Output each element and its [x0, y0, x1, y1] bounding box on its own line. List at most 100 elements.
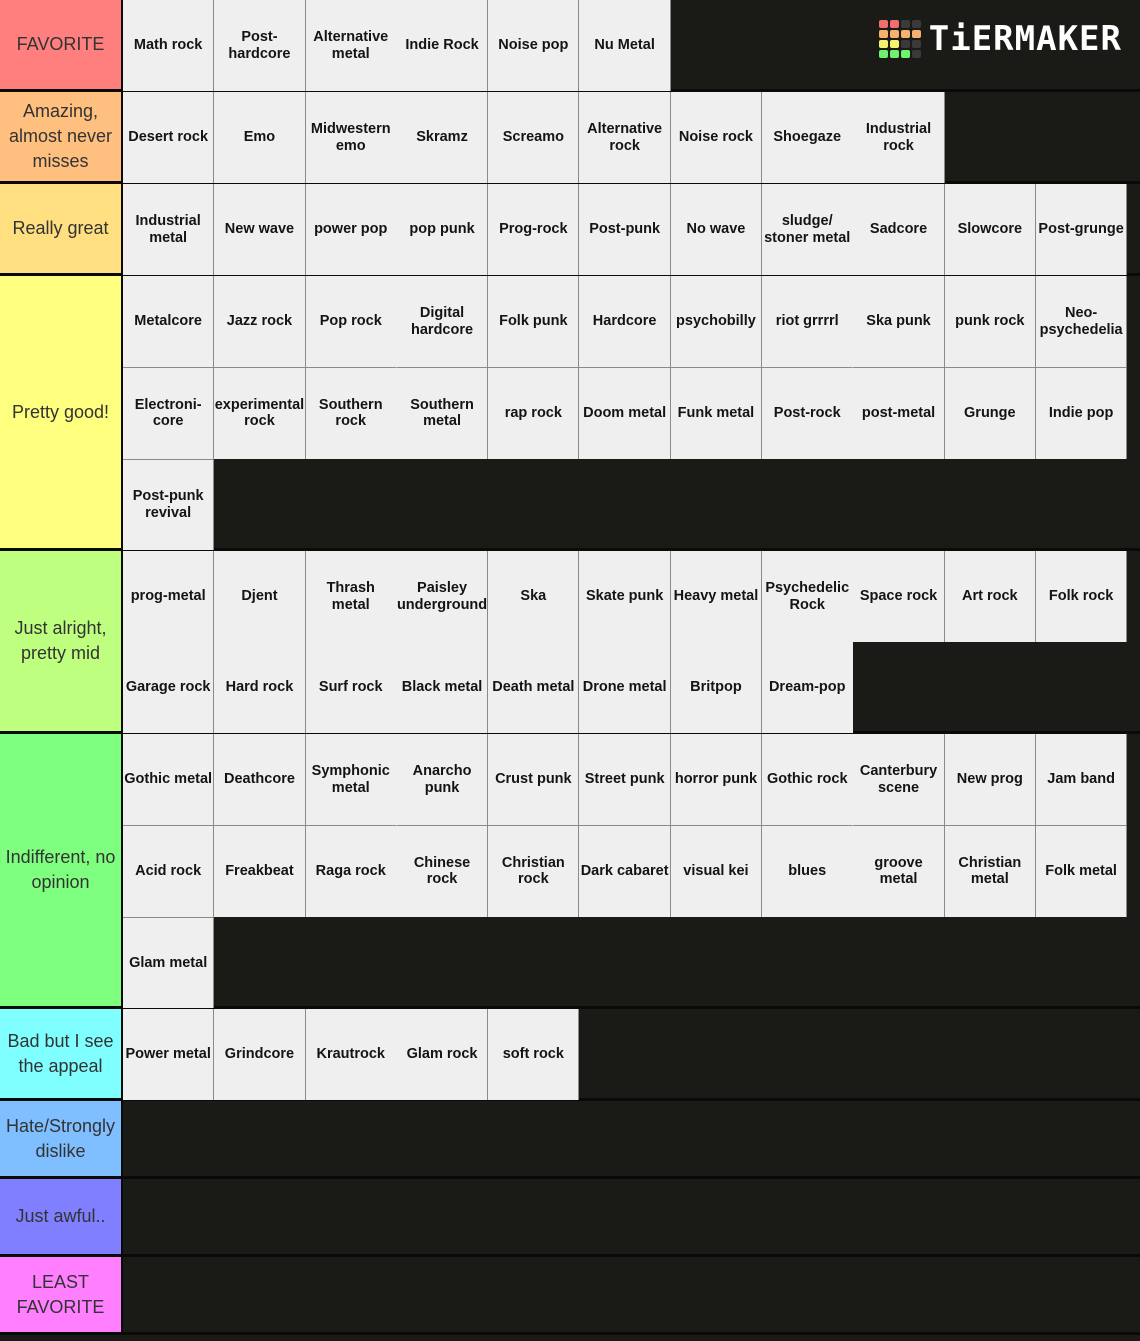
tier-label[interactable]: Just alright, pretty mid — [0, 551, 123, 731]
tier-item-card[interactable]: Grunge — [944, 367, 1036, 459]
tier-item-card[interactable]: Heavy metal — [670, 551, 763, 642]
tier-item-card[interactable]: Desert rock — [123, 92, 215, 183]
tier-item-card[interactable]: Surf rock — [305, 642, 397, 733]
tier-item-card[interactable]: Folk punk — [488, 276, 580, 368]
tier-item-card[interactable]: Digital hardcore — [396, 276, 489, 368]
tier-item-card[interactable]: rap rock — [488, 367, 580, 459]
tier-item-card[interactable]: Math rock — [123, 0, 215, 91]
tier-item-card[interactable]: Black metal — [396, 642, 489, 733]
tier-item-card[interactable]: Post-rock — [762, 367, 854, 459]
tier-item-card[interactable]: Street punk — [579, 734, 671, 826]
tier-item-card[interactable]: Southern rock — [305, 367, 397, 459]
tier-item-card[interactable]: Emo — [214, 92, 306, 183]
tier-items-dropzone[interactable]: Gothic metal Deathcore Symphonic metal Anar… — [123, 734, 1128, 1008]
tier-item-card[interactable]: Sadcore — [853, 184, 945, 275]
tier-item-card[interactable]: Funk metal — [670, 367, 763, 459]
tier-item-card[interactable]: Jam band — [1035, 734, 1128, 826]
tier-item-card[interactable]: Slowcore — [944, 184, 1036, 275]
tier-item-card[interactable]: sludge/ stoner metal — [762, 184, 854, 275]
tier-item-card[interactable]: blues — [762, 825, 854, 917]
tier-item-card[interactable]: Jazz rock — [214, 276, 306, 368]
tier-item-card[interactable]: Ska — [488, 551, 580, 642]
tier-item-card[interactable]: Industrial metal — [123, 184, 215, 275]
tier-item-card[interactable]: Krautrock — [305, 1009, 397, 1100]
tier-item-card[interactable]: Screamo — [488, 92, 580, 183]
tier-item-card[interactable]: Symphonic metal — [305, 734, 397, 826]
tier-items-dropzone[interactable]: Desert rock Emo Midwestern emo Skramz Scream… — [123, 92, 1128, 183]
tier-item-card[interactable]: Indie pop — [1035, 367, 1128, 459]
tier-label[interactable]: LEAST FAVORITE — [0, 1257, 123, 1332]
tier-item-card[interactable]: Alternative metal — [305, 0, 397, 91]
tier-item-card[interactable]: Folk metal — [1035, 825, 1128, 917]
tier-item-card[interactable]: visual kei — [670, 825, 763, 917]
tier-item-card[interactable]: Noise rock — [670, 92, 763, 183]
tier-item-card[interactable]: pop punk — [396, 184, 489, 275]
tier-item-card[interactable]: Nu Metal — [579, 0, 671, 91]
tier-item-card[interactable]: Deathcore — [214, 734, 306, 826]
tier-item-card[interactable]: Raga rock — [305, 825, 397, 917]
tier-item-card[interactable]: Midwestern emo — [305, 92, 397, 183]
tier-label[interactable]: Just awful.. — [0, 1179, 123, 1254]
tier-item-card[interactable]: Canterbury scene — [853, 734, 945, 826]
tier-item-card[interactable]: post-metal — [853, 367, 945, 459]
tier-items-dropzone[interactable]: Industrial metal New wave power pop pop pun… — [123, 184, 1128, 275]
tier-item-card[interactable]: Doom metal — [579, 367, 671, 459]
tier-label[interactable]: Amazing, almost never misses — [0, 92, 123, 181]
tier-item-card[interactable]: Chinese rock — [396, 825, 489, 917]
tier-item-card[interactable]: Death metal — [488, 642, 580, 733]
tier-items-dropzone[interactable]: Power metal Grindcore Krautrock Glam rock so… — [123, 1009, 1128, 1100]
tier-items-dropzone[interactable] — [123, 1101, 1128, 1176]
tier-item-card[interactable]: Neo-psychedelia — [1035, 276, 1128, 368]
tier-item-card[interactable]: Grindcore — [214, 1009, 306, 1100]
tier-items-dropzone[interactable] — [123, 1179, 1128, 1254]
tier-items-dropzone[interactable]: Metalcore Jazz rock Pop rock Digital hardco… — [123, 276, 1128, 550]
tier-item-card[interactable]: Electroni-core — [123, 367, 215, 459]
tier-item-card[interactable]: groove metal — [853, 825, 945, 917]
tier-item-card[interactable]: Metalcore — [123, 276, 215, 368]
tier-item-card[interactable]: Indie Rock — [396, 0, 489, 91]
tier-item-card[interactable]: Art rock — [944, 551, 1036, 642]
tier-item-card[interactable]: punk rock — [944, 276, 1036, 368]
tier-item-card[interactable]: Skate punk — [579, 551, 671, 642]
tier-item-card[interactable]: riot grrrrl — [762, 276, 854, 368]
tier-item-card[interactable]: Hard rock — [214, 642, 306, 733]
tier-item-card[interactable]: Dream-pop — [762, 642, 854, 733]
tier-item-card[interactable]: Christian rock — [488, 825, 580, 917]
tier-item-card[interactable]: Acid rock — [123, 825, 215, 917]
tier-item-card[interactable]: Skramz — [396, 92, 489, 183]
tier-item-card[interactable]: Hardcore — [579, 276, 671, 368]
tier-item-card[interactable]: Gothic rock — [762, 734, 854, 826]
tier-item-card[interactable]: Shoegaze — [762, 92, 854, 183]
tier-label[interactable]: Pretty good! — [0, 276, 123, 548]
tier-item-card[interactable]: Industrial rock — [853, 92, 945, 183]
tier-item-card[interactable]: experimental rock — [214, 367, 306, 459]
tier-item-card[interactable]: Post-grunge — [1035, 184, 1128, 275]
tier-item-card[interactable]: Psychedelic Rock — [762, 551, 854, 642]
tier-item-card[interactable]: Southern metal — [396, 367, 489, 459]
tier-item-card[interactable]: Post-punk — [579, 184, 671, 275]
tier-item-card[interactable]: soft rock — [488, 1009, 580, 1100]
tier-item-card[interactable]: Freakbeat — [214, 825, 306, 917]
tier-item-card[interactable]: Prog-rock — [488, 184, 580, 275]
tier-item-card[interactable]: Folk rock — [1035, 551, 1128, 642]
tier-item-card[interactable]: Paisley underground — [396, 551, 489, 642]
tier-item-card[interactable]: Post-punk revival — [123, 458, 215, 550]
tier-label[interactable]: FAVORITE — [0, 0, 123, 89]
tier-item-card[interactable]: Alternative rock — [579, 92, 671, 183]
tier-item-card[interactable]: horror punk — [670, 734, 763, 826]
tier-item-card[interactable]: Djent — [214, 551, 306, 642]
tier-item-card[interactable]: Power metal — [123, 1009, 215, 1100]
tier-item-card[interactable]: Gothic metal — [123, 734, 215, 826]
tier-item-card[interactable]: psychobilly — [670, 276, 763, 368]
tier-item-card[interactable]: Glam metal — [123, 916, 215, 1008]
tier-item-card[interactable]: Glam rock — [396, 1009, 489, 1100]
tier-label[interactable]: Really great — [0, 184, 123, 273]
tier-item-card[interactable]: Post-hardcore — [214, 0, 306, 91]
tier-item-card[interactable]: prog-metal — [123, 551, 215, 642]
tier-item-card[interactable]: Britpop — [670, 642, 763, 733]
tier-item-card[interactable]: Christian metal — [944, 825, 1036, 917]
tier-item-card[interactable]: Crust punk — [488, 734, 580, 826]
tier-item-card[interactable]: New prog — [944, 734, 1036, 826]
tier-items-dropzone[interactable] — [123, 1257, 1128, 1332]
tier-item-card[interactable]: Drone metal — [579, 642, 671, 733]
